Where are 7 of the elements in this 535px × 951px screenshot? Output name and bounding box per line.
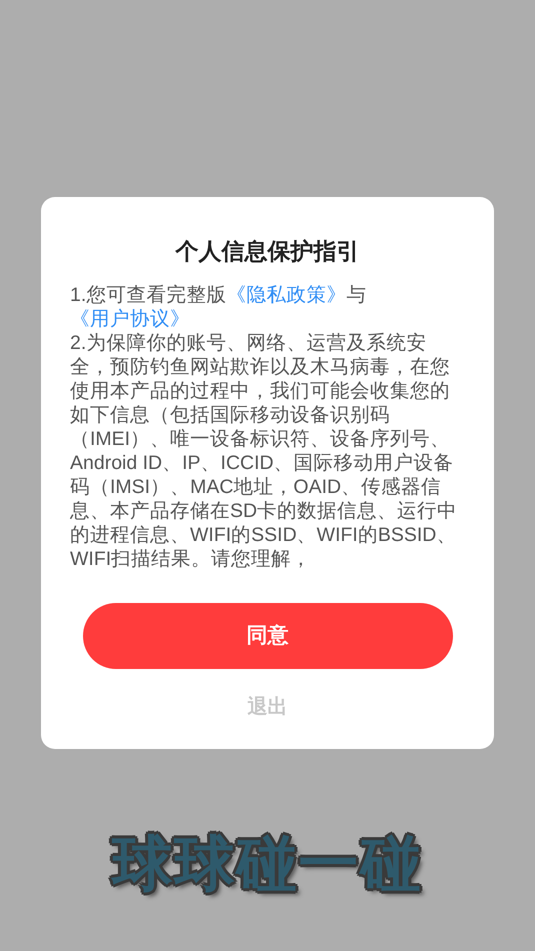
app-logo: 球球碰一碰 — [112, 829, 422, 899]
policy-link[interactable]: 《用户协议》 — [70, 308, 190, 330]
agree-button[interactable]: 同意 — [82, 603, 452, 669]
policy-paragraph: 2.为保障你的账号、网络、运营及系统安全，预防钓鱼网站欺诈以及木马病毒，在您使用本产品的过程中，我们可能会收集您的如下信息（包括国际移动设备识别码（IMEI）、唯一设备标识符、设备序列号、Android ID、IP、ICCID、国际移动用户设备码（IMSI）、MAC地址，OAID、传感器信息、本产品存储在SD卡的数据信息、运行中的进程信息、WIFI的SSID、WIFI的BSSID、WIFI扫描结果。请您理解， — [70, 331, 458, 571]
policy-link[interactable]: 《隐私政策》 — [226, 284, 346, 306]
policy-paragraph: 1.您可查看完整版《隐私政策》与 《用户协议》 — [70, 283, 368, 331]
dialog-title: 个人信息保护指引 — [176, 237, 360, 266]
